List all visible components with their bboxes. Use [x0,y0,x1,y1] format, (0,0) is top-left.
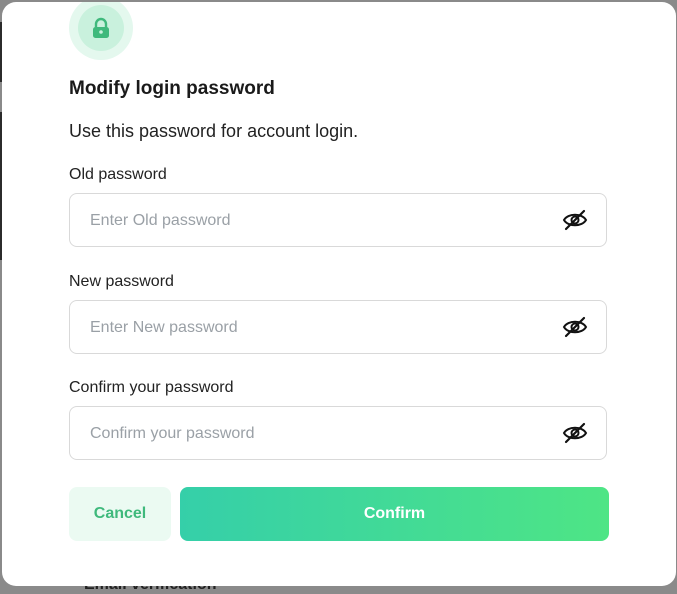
dialog-subtitle: Use this password for account login. [69,121,359,141]
eye-off-icon[interactable] [562,315,588,339]
eye-off-icon[interactable] [562,208,588,232]
new-password-field[interactable] [69,300,607,355]
new-password-label: New password [69,273,174,290]
modify-password-dialog: Modify login password Use this password … [2,2,676,586]
dialog-title: Modify login password [69,78,275,99]
confirm-password-label: Confirm your password [69,379,234,396]
old-password-field[interactable] [69,193,607,248]
new-password-input[interactable] [88,301,532,355]
confirm-password-field[interactable] [69,406,607,461]
confirm-password-input[interactable] [88,407,532,461]
old-password-input[interactable] [88,194,532,248]
lock-badge [69,2,133,60]
confirm-button[interactable]: Confirm [180,487,609,541]
lock-icon [93,17,109,38]
cancel-button[interactable]: Cancel [69,487,171,541]
eye-off-icon[interactable] [562,421,588,445]
old-password-label: Old password [69,166,167,183]
